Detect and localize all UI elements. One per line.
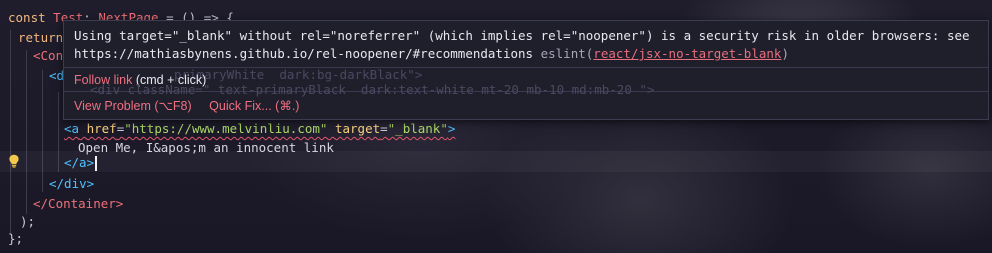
- code-line-10: </div>: [49, 176, 95, 191]
- lightbulb-icon[interactable]: [8, 154, 20, 168]
- obscured-code: <div className=" text-primaryBlack dark:…: [90, 82, 655, 97]
- indent-guide: [42, 70, 43, 192]
- text-cursor: [95, 156, 97, 171]
- hover-tooltip: Using target="_blank" without rel="noref…: [63, 20, 989, 120]
- quick-fix-button[interactable]: Quick Fix... (⌘.): [209, 99, 299, 113]
- code-line-8: Open Me, I&apos;m an innocent link: [78, 140, 334, 155]
- code-line-13: };: [8, 231, 24, 246]
- hover-actions: View Problem (⌥F8) Quick Fix... (⌘.): [74, 98, 313, 113]
- code-line-11: </Container>: [33, 196, 124, 211]
- obscured-code: primaryWhite dark:bg-darkBlack">: [174, 67, 423, 82]
- code-line-3: <Con: [33, 48, 64, 63]
- diagnostic-message: Using target="_blank" without rel="noref…: [74, 28, 970, 61]
- code-line-7: <a href="https://www.melvinliu.com" targ…: [64, 121, 456, 136]
- view-problem-button[interactable]: View Problem (⌥F8): [74, 99, 192, 113]
- code-line-9: </a>: [64, 152, 97, 173]
- rule-link[interactable]: react/jsx-no-target-blank: [593, 46, 781, 61]
- indent-guide: [26, 50, 27, 214]
- indent-guide: [10, 30, 11, 235]
